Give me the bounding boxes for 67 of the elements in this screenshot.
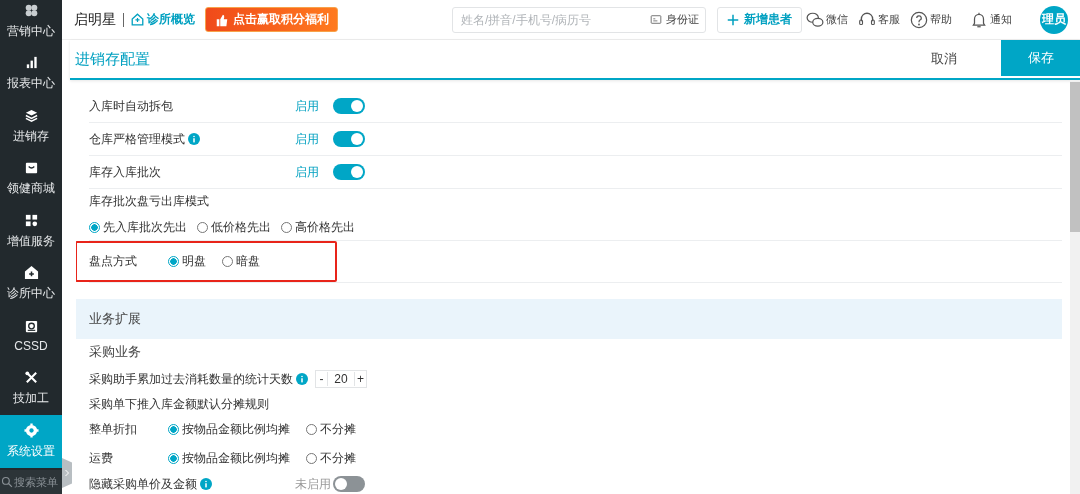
thumbs-up-icon xyxy=(214,12,230,27)
sidebar-item[interactable]: 领健商城 xyxy=(0,152,62,205)
sidebar-item[interactable]: 报表中心 xyxy=(0,47,62,100)
setting-label: 整单折扣 xyxy=(89,421,138,438)
help-icon xyxy=(910,10,928,29)
toggle-switch[interactable] xyxy=(333,164,365,180)
toolbar-action[interactable]: 微信 xyxy=(806,10,848,29)
scrollbar[interactable] xyxy=(1070,80,1080,494)
setting-label: 库存批次盘亏出库模式 xyxy=(89,193,209,210)
radio-option[interactable]: 暗盘 xyxy=(222,253,260,270)
radio-option[interactable]: 明盘 xyxy=(168,253,206,270)
sidebar-item[interactable]: 进销存 xyxy=(0,100,62,153)
sidebar-item[interactable]: 增值服务 xyxy=(0,205,62,258)
toggle-status: 启用 xyxy=(295,163,320,181)
setting-label: 入库时自动拆包 xyxy=(89,97,173,115)
id-card-icon xyxy=(649,14,663,25)
collapse-tab[interactable] xyxy=(62,458,72,488)
toggle-status: 启用 xyxy=(295,130,320,148)
section-header: 业务扩展 xyxy=(76,299,1062,339)
toggle-switch[interactable] xyxy=(333,131,365,147)
plus-icon xyxy=(727,13,739,26)
radio-option[interactable]: 不分摊 xyxy=(306,450,356,467)
layers-icon xyxy=(23,107,39,123)
menu-search-field[interactable]: 搜索菜单 xyxy=(0,470,62,494)
house-icon xyxy=(131,13,144,26)
bag-icon xyxy=(23,160,39,176)
radio-option[interactable]: 低价格先出 xyxy=(197,219,271,236)
setting-label: 盘点方式 xyxy=(89,253,138,270)
radio-option[interactable]: 不分摊 xyxy=(306,421,356,438)
setting-label: 隐藏采购单价及金额 xyxy=(89,475,197,493)
setting-label: 库存入库批次 xyxy=(89,163,161,181)
toggle-switch[interactable] xyxy=(333,98,365,114)
search-icon xyxy=(1,476,13,488)
sidebar-item[interactable]: 诊所中心 xyxy=(0,257,62,310)
setting-label: 运费 xyxy=(89,450,114,467)
sidebar-item[interactable]: 技加工 xyxy=(0,362,62,415)
number-stepper[interactable]: - 20 + xyxy=(315,370,367,388)
patient-search-field[interactable]: 姓名/拼音/手机号/病历号 身份证 xyxy=(452,6,706,33)
toolbar-action[interactable]: 帮助 xyxy=(910,10,952,29)
house-plus-icon xyxy=(23,265,39,281)
cancel-button[interactable]: 取消 xyxy=(925,49,963,69)
sidebar-item[interactable]: CSSD xyxy=(0,310,62,363)
subheading: 采购业务 xyxy=(89,343,142,361)
page-title: 进销存配置 xyxy=(74,49,150,69)
chat-bubbles-icon xyxy=(806,10,824,29)
bell-icon xyxy=(970,10,988,29)
sidebar-item[interactable]: 营销中心 xyxy=(0,0,62,48)
radio-option[interactable]: 高价格先出 xyxy=(281,219,355,236)
brand-name: 启明星 xyxy=(74,10,116,29)
grid-icon xyxy=(23,212,39,228)
setting-label: 采购助手累加过去消耗数量的统计天数 xyxy=(89,370,293,388)
setting-label: 采购单下推入库金额默认分摊规则 xyxy=(89,395,269,413)
monitor-icon xyxy=(23,319,39,335)
toggle-status: 启用 xyxy=(295,97,320,115)
toolbar-action[interactable]: 通知 xyxy=(970,10,1012,29)
chevron-icon xyxy=(63,468,71,478)
flower-icon xyxy=(23,2,39,18)
toolbar-action[interactable]: 客服 xyxy=(858,10,900,29)
toggle-switch[interactable] xyxy=(333,476,365,492)
gear-icon xyxy=(23,422,39,438)
toggle-status: 未启用 xyxy=(295,475,332,493)
tools-icon xyxy=(23,370,39,386)
radio-option[interactable]: 按物品金额比例均摊 xyxy=(168,450,290,467)
setting-label: 仓库严格管理模式 xyxy=(89,130,185,148)
radio-option[interactable]: 按物品金额比例均摊 xyxy=(168,421,290,438)
radio-option[interactable]: 先入库批次先出 xyxy=(89,219,187,236)
id-card-button[interactable]: 身份证 xyxy=(649,12,699,27)
